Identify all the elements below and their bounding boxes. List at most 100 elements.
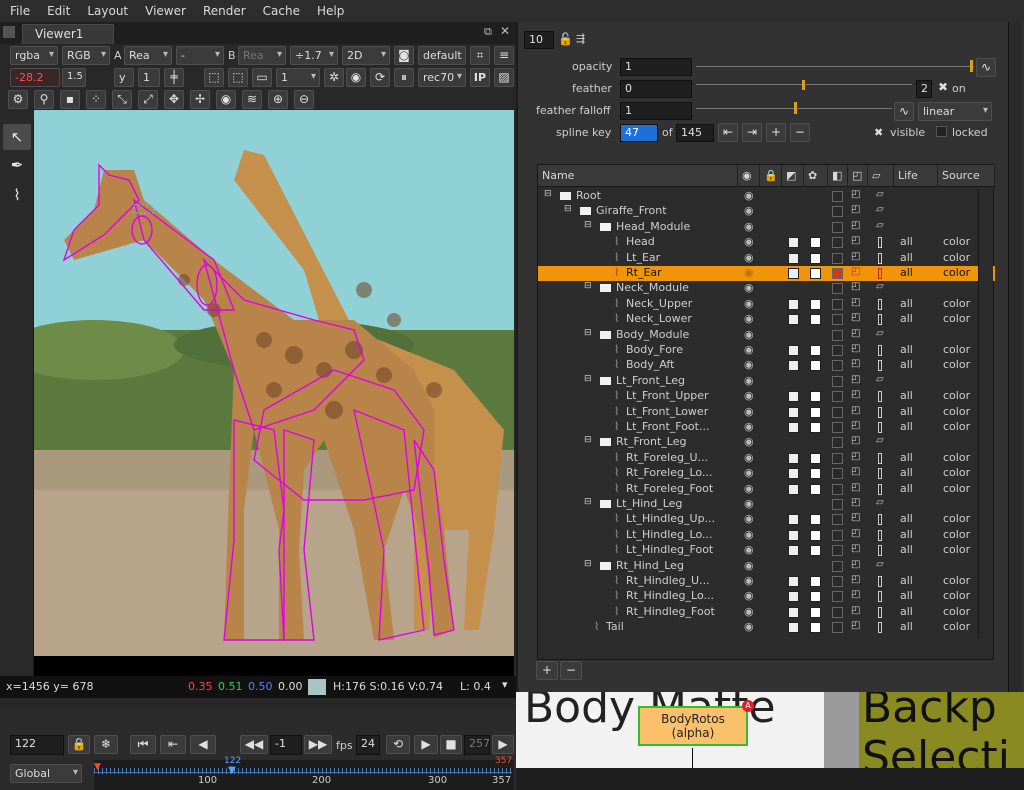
motionblur-icon[interactable]	[878, 545, 882, 557]
color-swatch[interactable]	[810, 545, 821, 557]
visibility-toggle-icon[interactable]: ◉	[744, 281, 754, 294]
falloff-field[interactable]: 1	[620, 102, 692, 120]
on-check-icon[interactable]: ✖	[938, 80, 948, 94]
motionblur-icon[interactable]	[878, 529, 882, 541]
channels-dropdown[interactable]: rgba	[10, 46, 58, 65]
visibility-toggle-icon[interactable]: ◉	[744, 251, 754, 264]
color-swatch[interactable]	[810, 606, 821, 618]
end-frame-field[interactable]: 257	[464, 735, 490, 755]
layer-name[interactable]: Head	[626, 235, 655, 248]
motionblur-icon[interactable]	[878, 591, 882, 603]
tree-row[interactable]: ⊟ Lt_Hind_Leg ◉ ◰ ▱	[538, 497, 995, 512]
tree-row[interactable]: ⌇ Lt_Hindleg_Lo... ◉ ◰ all color	[538, 528, 995, 543]
overlay-checkbox[interactable]	[832, 452, 843, 464]
color-swatch[interactable]	[810, 298, 821, 310]
visibility-toggle-icon[interactable]: ◉	[744, 589, 754, 602]
motionblur-icon[interactable]: ▱	[876, 328, 884, 339]
layer-name[interactable]: Tail	[606, 620, 624, 633]
visibility-toggle-icon[interactable]: ◉	[744, 574, 754, 587]
expand-toggle-icon[interactable]: ⊟	[564, 204, 572, 214]
motionblur-icon[interactable]	[878, 391, 882, 403]
smooth-icon[interactable]: ⤡	[112, 90, 132, 109]
tree-row[interactable]: ⌇ Lt_Ear ◉ ◰ all color	[538, 251, 995, 266]
falloff-mode-dropdown[interactable]: linear	[918, 102, 992, 121]
transform-icon[interactable]: ✥	[164, 90, 184, 109]
visibility-toggle-icon[interactable]: ◉	[744, 374, 754, 387]
overlay-checkbox[interactable]	[832, 468, 843, 480]
invert-checkbox[interactable]	[788, 345, 799, 356]
overlay-checkbox[interactable]	[832, 406, 843, 418]
overlay-checkbox[interactable]	[832, 545, 843, 557]
visibility-toggle-icon[interactable]: ◉	[744, 482, 754, 495]
overlay-checkbox[interactable]	[832, 606, 843, 618]
blend-icon[interactable]: ◰	[851, 235, 860, 246]
overlay-checkbox[interactable]	[832, 391, 843, 403]
layer-name[interactable]: Lt_Hindleg_Foot	[626, 543, 713, 556]
opacity-field[interactable]: 1	[620, 58, 692, 76]
invert-checkbox[interactable]	[788, 360, 799, 372]
ab-op-dropdown[interactable]: -	[176, 46, 224, 65]
invert-checkbox[interactable]	[788, 468, 799, 480]
step-forward-icon[interactable]: ▶▶	[304, 735, 332, 754]
overlay-checkbox[interactable]	[832, 252, 843, 264]
menu-viewer[interactable]: Viewer	[145, 4, 186, 18]
visibility-toggle-icon[interactable]: ◉	[744, 266, 754, 279]
proxy-icon[interactable]: ▭	[252, 68, 272, 87]
layer-name[interactable]: Rt_Hind_Leg	[616, 559, 684, 572]
overlay-checkbox[interactable]	[832, 191, 843, 202]
overlay-checkbox[interactable]	[832, 345, 843, 356]
overlay-checkbox[interactable]	[832, 591, 843, 603]
layer-name[interactable]: Lt_Front_Upper	[626, 389, 709, 402]
add-key-icon[interactable]: ⊕	[268, 90, 288, 109]
gain-dropdown[interactable]: ÷1.7	[290, 46, 338, 65]
motionblur-icon[interactable]: ▱	[876, 559, 884, 570]
roi-icon[interactable]: ⌗	[470, 46, 490, 65]
expand-toggle-icon[interactable]: ⊟	[584, 374, 592, 384]
motionblur-icon[interactable]: ▱	[876, 189, 884, 200]
visibility-toggle-icon[interactable]: ◉	[744, 620, 754, 633]
a-input-dropdown[interactable]: Rea	[124, 46, 172, 65]
visibility-toggle-icon[interactable]: ◉	[744, 528, 754, 541]
overlay-checkbox[interactable]	[832, 329, 843, 341]
tree-row[interactable]: ⌇ Neck_Upper ◉ ◰ all color	[538, 297, 995, 312]
expand-toggle-icon[interactable]: ⊟	[584, 559, 592, 569]
key-prev-icon[interactable]: ⇤	[718, 123, 738, 142]
fstop-field[interactable]: 1.5	[62, 68, 86, 87]
tangent-icon[interactable]: ✢	[190, 90, 210, 109]
motionblur-icon[interactable]	[878, 452, 882, 464]
node-graph[interactable]: Body Matte Backp Selecti BodyRotos (alph…	[516, 692, 1024, 768]
layer-name[interactable]: Lt_Ear	[626, 251, 660, 264]
pin-icon[interactable]: ⚲	[34, 90, 54, 109]
overlay-checkbox[interactable]	[832, 622, 843, 634]
color-swatch[interactable]	[810, 483, 821, 495]
viewer-menu-icon[interactable]: ≡	[494, 46, 514, 65]
expression-icon[interactable]: ⇶	[576, 32, 585, 45]
invert-checkbox[interactable]	[788, 237, 799, 249]
visibility-toggle-icon[interactable]: ◉	[744, 435, 754, 448]
falloff-slider[interactable]	[696, 102, 892, 120]
color-swatch[interactable]	[810, 237, 821, 249]
layer-name[interactable]: Head_Module	[616, 220, 690, 233]
layer-name[interactable]: Lt_Hind_Leg	[616, 497, 682, 510]
remove-key-icon[interactable]: ⊖	[294, 90, 314, 109]
tree-row[interactable]: ⌇ Tail ◉ ◰ all color	[538, 620, 995, 635]
layer-name[interactable]: Rt_Hindleg_Foot	[626, 605, 715, 618]
visible-check-icon[interactable]: ✖	[874, 126, 883, 139]
invert-checkbox[interactable]	[788, 529, 799, 541]
timeline[interactable]: ▼ 122 ▼ 357 100 200 300 357	[94, 756, 514, 790]
loop-icon[interactable]: ⟲	[386, 735, 410, 754]
remove-layer-button[interactable]: −	[560, 661, 582, 680]
blend-icon[interactable]: ◰	[851, 266, 860, 277]
color-swatch[interactable]	[810, 360, 821, 372]
blend-icon[interactable]: ◰	[851, 343, 860, 354]
layer-name[interactable]: Root	[576, 189, 601, 202]
motionblur-icon[interactable]: ▱	[876, 374, 884, 385]
color-swatch[interactable]	[810, 268, 821, 279]
bodyrotos-node[interactable]: BodyRotos (alpha)	[638, 706, 748, 746]
tree-row[interactable]: ⌇ Rt_Foreleg_Lo... ◉ ◰ all color	[538, 466, 995, 481]
invert-checkbox[interactable]	[788, 406, 799, 418]
blend-icon[interactable]: ◰	[851, 312, 860, 323]
camera-icon[interactable]: ◙	[394, 46, 414, 65]
overlay-checkbox[interactable]	[832, 221, 843, 233]
frame-range-dropdown[interactable]: Global	[10, 764, 82, 783]
